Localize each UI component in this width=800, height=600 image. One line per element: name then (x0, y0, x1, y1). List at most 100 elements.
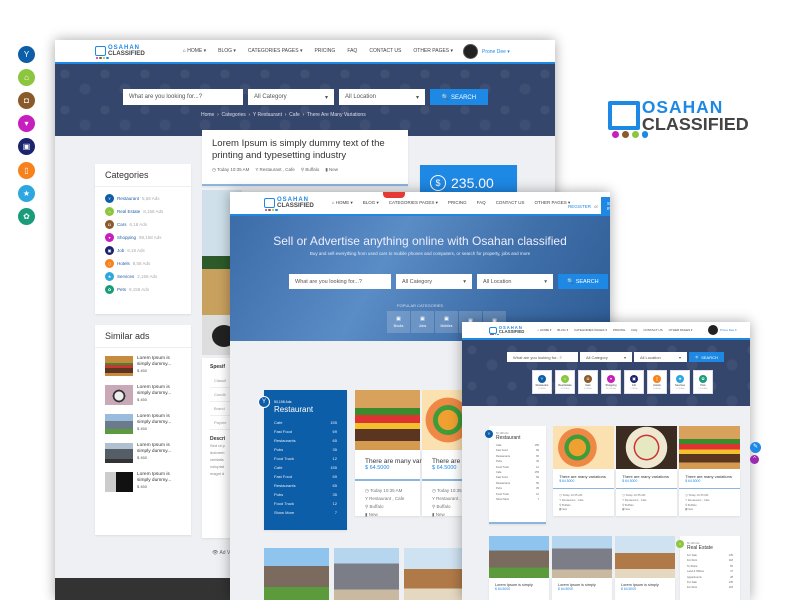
subcategory-link[interactable]: Show More 7 (274, 510, 337, 515)
subcategory-link[interactable]: To Share 65 (687, 565, 733, 568)
category-tile[interactable]: ◘ Cars 6,18 Ads (578, 370, 598, 394)
subcategory-link[interactable]: Cafe 155 (496, 444, 539, 447)
subcategory-link[interactable]: Cafe 155 (274, 465, 337, 470)
nav-item[interactable]: BLOG ▾ (557, 328, 568, 332)
nav-item[interactable]: CONTACT US (496, 200, 525, 206)
category-tile[interactable]: ▣ Job 9,18 Ads (624, 370, 644, 394)
house-photo[interactable] (489, 536, 549, 578)
subcategory-link[interactable]: Appartments 28 (687, 576, 733, 579)
subcategory-link[interactable]: Restaurants 65 (274, 483, 337, 488)
popular-category-tile[interactable]: ▣ Books (387, 311, 410, 333)
nav-item[interactable]: CATEGORIES PAGES ▾ (248, 48, 303, 54)
nav-item[interactable]: PRICING (314, 48, 335, 54)
subcategory-link[interactable]: Cafe 155 (274, 420, 337, 425)
nav-item[interactable]: OTHER PAGES ▾ (669, 328, 693, 332)
similar-ad-item[interactable]: Lorem Ipsum is simply dummy... $ 450 (105, 356, 181, 376)
scroll-top-button[interactable]: ^ (750, 455, 759, 464)
category-tile[interactable]: ✿ Pets 9,158 Ads (693, 370, 713, 394)
similar-ad-item[interactable]: Lorem Ipsum is simply dummy... $ 450 (105, 443, 181, 463)
nav-item[interactable]: BLOG ▾ (363, 200, 379, 206)
location-select[interactable]: All Location ▾ (339, 89, 425, 105)
nav-item[interactable]: CATEGORIES PAGES ▾ (389, 200, 438, 206)
subcategory-link[interactable]: Fast Food 69 (274, 474, 337, 479)
search-button[interactable]: 🔍 SEARCH (558, 274, 608, 289)
listing-card[interactable]: Lorem Ipsum is simply $ 64.5000 (552, 578, 612, 600)
nav-item[interactable]: CONTACT US (369, 48, 401, 54)
listing-card[interactable]: There are many variations$ 64.5000◷ Toda… (616, 469, 677, 517)
subcategory-link[interactable]: Pubs 35 (496, 487, 539, 490)
subcategory-link[interactable]: Food Truck 12 (496, 466, 539, 469)
search-input[interactable]: What are you looking for...? (289, 274, 391, 289)
category-tile[interactable]: ⌂ Real Estate 8,158 Ads (555, 370, 575, 394)
search-button[interactable]: 🔍 SEARCH (689, 352, 724, 362)
similar-ad-item[interactable]: Lorem Ipsum is simply dummy... $ 450 (105, 472, 181, 492)
subcategory-link[interactable]: For Rent 118 (687, 586, 733, 589)
car-icon[interactable]: ◘ (18, 92, 35, 110)
subcategory-link[interactable]: For Sale 135 (687, 554, 733, 557)
similar-ad-item[interactable]: Lorem Ipsum is simply dummy... $ 450 (105, 414, 181, 434)
nav-item[interactable]: PRICING (613, 328, 626, 332)
breadcrumb[interactable]: Home › Categories › Y Restaurant › Cafe … (201, 112, 366, 118)
home-icon[interactable]: ⌂ (18, 69, 35, 87)
listing-card[interactable]: Lorem Ipsum is simply $ 64.5000 (489, 578, 549, 600)
logo[interactable]: OSAHAN CLASSIFIED (95, 45, 145, 59)
nav-item[interactable]: ⌂ HOME ▾ (537, 328, 551, 332)
house-photo[interactable] (552, 536, 612, 578)
search-input[interactable]: What are you looking for...? (507, 352, 578, 362)
category-select[interactable]: All Category ▾ (248, 89, 334, 105)
category-select[interactable]: All Category ▾ (580, 352, 632, 362)
nav-item[interactable]: CATEGORIES PAGES ▾ (574, 328, 607, 332)
subcategory-link[interactable]: Food Truck 12 (496, 493, 539, 496)
nav-item[interactable]: OTHER PAGES ▾ (535, 200, 571, 206)
category-tile[interactable]: ▾ Shopping 98,158 Ads (601, 370, 621, 394)
location-select[interactable]: All Location ▾ (477, 274, 553, 289)
register-link[interactable]: REGISTER (568, 204, 591, 209)
listing-photo[interactable] (355, 390, 420, 450)
listing-card[interactable]: There are many variations$ 64.5000◷ Toda… (355, 450, 441, 517)
subcategory-link[interactable]: Show More 7 (496, 498, 539, 501)
category-link[interactable]: Y Restaurant 5,58 Ads (105, 194, 181, 203)
category-select[interactable]: All Category ▾ (396, 274, 472, 289)
nav-item[interactable]: BLOG ▾ (218, 48, 236, 54)
subcategory-link[interactable]: Cafe 155 (496, 471, 539, 474)
logo[interactable]: OSAHAN CLASSIFIED (489, 326, 524, 336)
subcategory-link[interactable]: Fast Food 69 (496, 449, 539, 452)
nav-item[interactable]: ⌂ HOME ▾ (332, 200, 353, 206)
search-button[interactable]: 🔍 SEARCH (430, 89, 488, 105)
category-link[interactable]: ✿ Pets 9,158 Ads (105, 285, 181, 294)
category-tile[interactable]: Y Restaurant 5,58 Ads (532, 370, 552, 394)
subcategory-link[interactable]: Restaurants 65 (274, 438, 337, 443)
location-select[interactable]: All Location ▾ (634, 352, 687, 362)
category-link[interactable]: ★ Services 2,158 Ads (105, 272, 181, 281)
subcategory-link[interactable]: Pubs 35 (274, 492, 337, 497)
subcategory-link[interactable]: Fast Food 69 (274, 429, 337, 434)
nav-item[interactable]: FAQ (477, 200, 486, 206)
sign-in-button[interactable]: SIGN IN (601, 197, 610, 215)
subcategory-link[interactable]: For Sale 135 (687, 581, 733, 584)
listing-card[interactable]: There are many variations$ 64.5000◷ Toda… (553, 469, 614, 517)
briefcase-icon[interactable]: ▣ (18, 138, 35, 156)
category-tile[interactable]: ★ Services 2,158 Ads (670, 370, 690, 394)
subcategory-link[interactable]: Restaurants 65 (496, 482, 539, 485)
listing-photo[interactable] (679, 426, 740, 469)
nav-item[interactable]: CONTACT US (643, 328, 662, 332)
similar-ad-item[interactable]: Lorem Ipsum is simply dummy... $ 450 (105, 385, 181, 405)
popular-category-tile[interactable]: ▣ Mobiles (435, 311, 458, 333)
subcategory-link[interactable]: Pubs 35 (496, 460, 539, 463)
subcategory-link[interactable]: Food Truck 12 (274, 501, 337, 506)
nav-item[interactable]: ⌂ HOME ▾ (183, 48, 206, 54)
subcategory-link[interactable]: Restaurants 65 (496, 455, 539, 458)
listing-card[interactable]: There are many variations$ 64.5000◷ Toda… (679, 469, 740, 517)
nav-item[interactable]: FAQ (347, 48, 357, 54)
paw-icon[interactable]: ✿ (18, 207, 35, 225)
category-link[interactable]: ▣ Job 9,18 Ads (105, 246, 181, 255)
subcategory-link[interactable]: For Rent 118 (687, 559, 733, 562)
search-input[interactable]: What are you looking for...? (123, 89, 243, 105)
category-link[interactable]: ▯ Hotels 8,58 Ads (105, 259, 181, 268)
subcategory-link[interactable]: Fast Food 69 (496, 476, 539, 479)
subcategory-link[interactable]: Land & Offices 47 (687, 570, 733, 573)
user-menu[interactable]: Prone Dee ▾ (708, 325, 737, 335)
subcategory-link[interactable]: Pubs 35 (274, 447, 337, 452)
tablet-icon[interactable]: ▯ (18, 161, 35, 179)
category-link[interactable]: ◘ Cars 6,18 Ads (105, 220, 181, 229)
